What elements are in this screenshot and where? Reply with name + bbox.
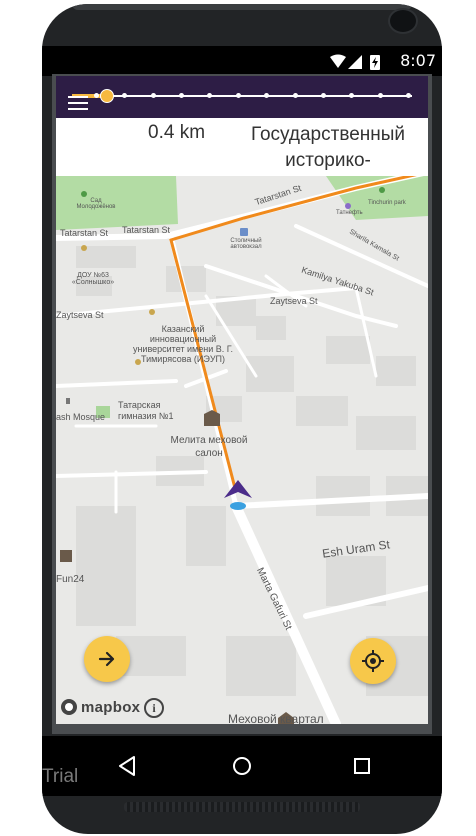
step-street-name: Государственный историко-	[250, 124, 406, 171]
phone-top-edge	[72, 4, 412, 10]
progress-stop	[94, 93, 99, 98]
status-time: 8:07	[400, 51, 436, 70]
mapbox-attribution: mapbox	[60, 696, 140, 718]
map-label-zaytseva: Zaytseva St	[56, 310, 104, 320]
progress-stop	[349, 93, 355, 98]
menu-button[interactable]	[68, 96, 88, 112]
progress-stop	[179, 93, 185, 98]
map-label-gymnasium: Татарская гимназия №1	[118, 400, 174, 421]
trial-watermark: Trial	[42, 766, 79, 787]
mapbox-logo-text: mapbox	[81, 698, 141, 716]
locate-icon	[362, 650, 384, 672]
mapbox-logo-icon	[61, 699, 77, 715]
signal-icon	[348, 55, 362, 69]
android-nav-bar	[42, 736, 442, 796]
map-label-university: Казанский инновационный университет имен…	[132, 324, 234, 364]
map-label-fun24: Fun24	[56, 574, 85, 585]
map-label-tatarstan-st: Tatarstan St	[60, 228, 109, 238]
progress-stop	[292, 93, 298, 98]
front-camera	[388, 8, 418, 34]
map-label-bus-station: Столичный автовокзал	[230, 238, 262, 250]
map-label-mosque: ash Mosque	[56, 412, 106, 422]
progress-stop	[264, 93, 270, 98]
progress-stop	[235, 93, 241, 98]
instruction-banner[interactable]: 0.4 km Государственный историко-	[56, 118, 428, 176]
arrow-right-icon	[98, 651, 115, 667]
app-screen: 0.4 km Государственный историко- Сад Мол…	[56, 76, 428, 724]
recenter-button[interactable]	[350, 638, 396, 684]
progress-stop	[377, 93, 383, 98]
progress-stop	[150, 93, 156, 98]
map-label-tatneft: Татнефть	[336, 210, 363, 216]
back-icon[interactable]	[114, 752, 142, 780]
status-icons	[330, 54, 380, 70]
phone-frame: 8:07 0.4 km Государственный историко- Са…	[42, 4, 442, 834]
location-puck-shadow	[230, 502, 246, 510]
progress-knob[interactable]	[100, 89, 114, 103]
map-label-mekhovoy: Меховой квартал	[228, 712, 324, 724]
recents-icon[interactable]	[348, 752, 376, 780]
progress-stop	[406, 93, 411, 98]
map-label-zaytseva-2: Zaytseva St	[270, 296, 318, 306]
attribution-info-button[interactable]: i	[144, 698, 164, 718]
next-step-button[interactable]	[84, 636, 130, 682]
wifi-icon	[330, 54, 346, 68]
status-bar: 8:07	[42, 46, 442, 76]
phone-speaker-grille	[124, 802, 360, 812]
map-label-melita: Мелита меховой салон	[170, 435, 248, 459]
map-label-tinchurin: Tinchurin park	[368, 200, 406, 206]
progress-stop	[320, 93, 326, 98]
progress-stop	[207, 93, 213, 98]
progress-stop	[122, 93, 128, 98]
menu-icon	[68, 96, 88, 98]
map-label-park: Сад Молодожёнов	[76, 198, 116, 210]
step-distance: 0.4 km	[148, 122, 206, 143]
route-progress-bar	[56, 76, 428, 118]
map-view[interactable]: Сад Молодожёнов Tatarstan St Tatarstan S…	[56, 176, 428, 724]
map-label-tatarstan-st-2: Tatarstan St	[122, 225, 171, 235]
home-icon[interactable]	[228, 752, 256, 780]
map-label-dou: ДОУ №63 «Солнышко»	[71, 272, 115, 286]
